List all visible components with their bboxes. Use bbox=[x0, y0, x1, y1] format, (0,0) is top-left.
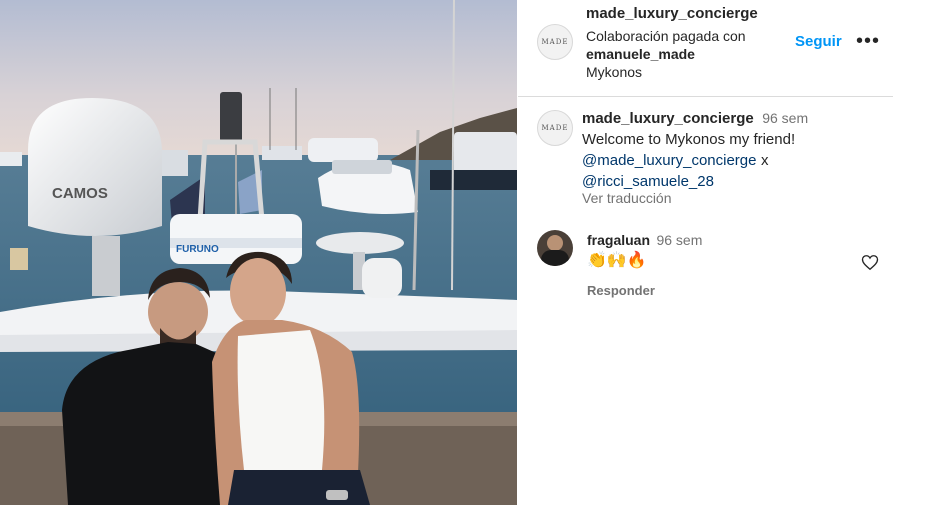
caption-avatar[interactable]: MADE bbox=[537, 110, 573, 146]
page-margin bbox=[893, 0, 931, 505]
caption-text: Welcome to Mykonos my friend! bbox=[582, 131, 796, 148]
header-username[interactable]: made_luxury_concierge bbox=[586, 5, 758, 22]
avatar-logo-text: MADE bbox=[541, 38, 569, 46]
caption-joiner: x bbox=[760, 152, 769, 169]
caption-meta: made_luxury_concierge 96 sem bbox=[582, 110, 808, 128]
partner-username[interactable]: emanuele_made bbox=[586, 45, 695, 63]
caption-mentions-line: @made_luxury_concierge x bbox=[582, 150, 768, 171]
paid-partnership-label: Colaboración pagada con bbox=[586, 28, 746, 44]
location-link[interactable]: Mykonos bbox=[586, 63, 642, 81]
caption-mention-2[interactable]: @ricci_samuele_28 bbox=[582, 171, 714, 192]
svg-text:CAMOS: CAMOS bbox=[52, 185, 108, 202]
like-heart-icon[interactable] bbox=[861, 254, 879, 271]
satellite-dome bbox=[28, 98, 162, 236]
author-avatar[interactable]: MADE bbox=[537, 24, 573, 60]
caption-avatar-text: MADE bbox=[541, 124, 569, 132]
follow-button[interactable]: Seguir bbox=[795, 33, 842, 50]
yacht-scene-image: CAMOS FURUNO bbox=[0, 0, 517, 505]
see-translation-link[interactable]: Ver traducción bbox=[582, 190, 672, 206]
svg-text:FURUNO: FURUNO bbox=[176, 244, 219, 255]
reply-button[interactable]: Responder bbox=[587, 283, 655, 298]
caption-time[interactable]: 96 sem bbox=[762, 110, 808, 126]
comment-text: 👏🙌🔥 bbox=[587, 250, 647, 269]
more-options-icon[interactable]: ••• bbox=[856, 30, 880, 53]
comment-time[interactable]: 96 sem bbox=[656, 232, 702, 248]
post-photo[interactable]: CAMOS FURUNO bbox=[0, 0, 517, 505]
caption-mention-1[interactable]: @made_luxury_concierge bbox=[582, 152, 757, 169]
caption-username[interactable]: made_luxury_concierge bbox=[582, 110, 754, 127]
header-divider bbox=[518, 96, 893, 97]
commenter-avatar[interactable] bbox=[537, 230, 573, 266]
comment-meta: fragaluan 96 sem bbox=[587, 232, 702, 250]
post-details-panel bbox=[518, 0, 931, 505]
comment-username[interactable]: fragaluan bbox=[587, 232, 650, 248]
